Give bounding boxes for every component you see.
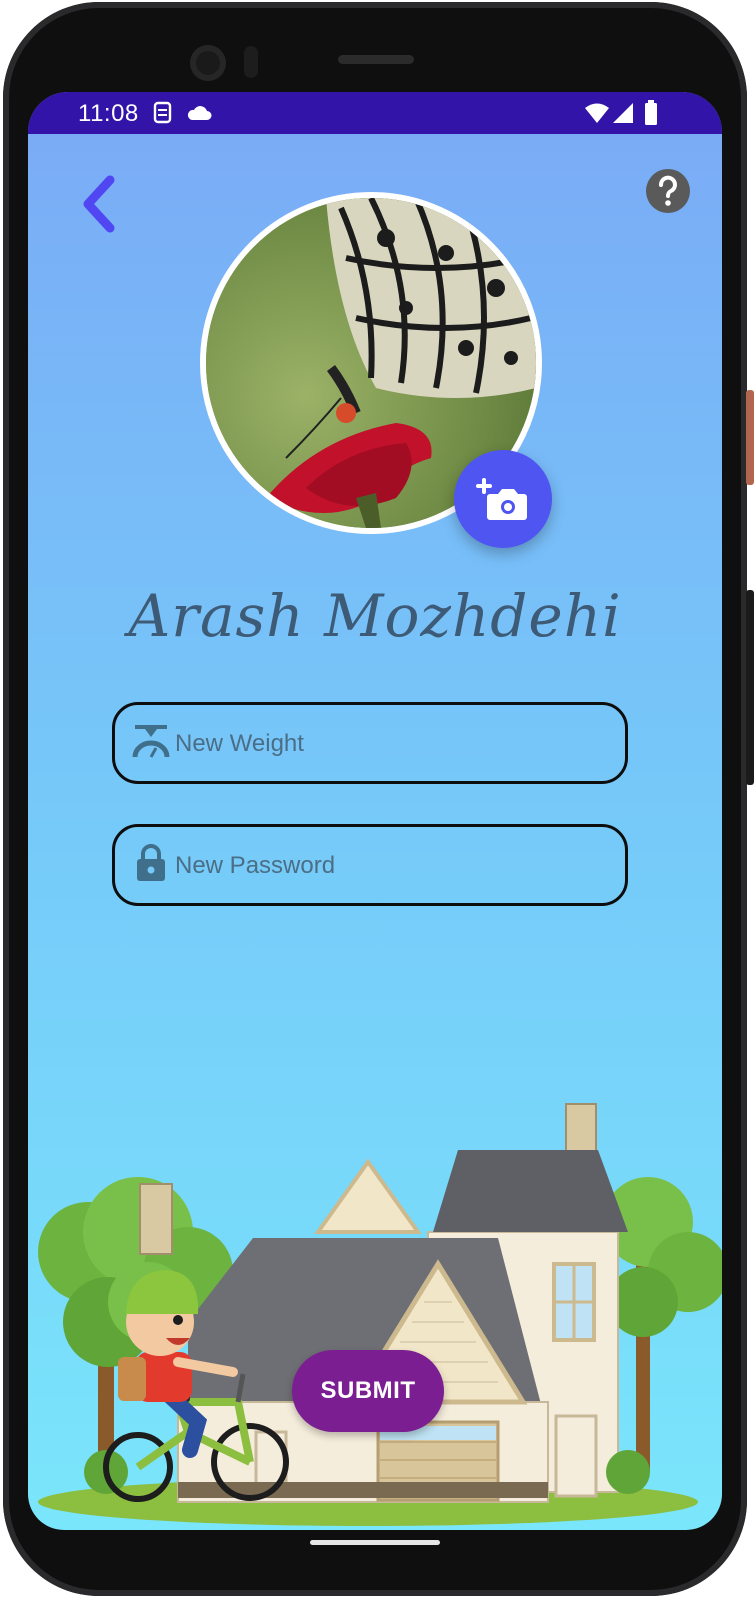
password-field[interactable] xyxy=(112,824,628,906)
proximity-sensor xyxy=(244,46,258,78)
change-photo-button[interactable] xyxy=(454,450,552,548)
password-input[interactable] xyxy=(173,841,607,891)
submit-button[interactable]: SUBMIT xyxy=(292,1350,444,1432)
chevron-left-icon[interactable] xyxy=(76,174,124,234)
gesture-navigation-bar[interactable] xyxy=(310,1540,440,1545)
weight-field[interactable] xyxy=(112,702,628,784)
scale-icon xyxy=(132,725,170,758)
earpiece-speaker xyxy=(338,55,414,64)
signal-icon xyxy=(613,103,633,123)
weight-input[interactable] xyxy=(173,719,607,769)
power-button xyxy=(746,390,754,485)
sim-icon xyxy=(153,101,172,124)
cloud-icon xyxy=(187,106,212,120)
app-screen: 11:08 Arash Mozhdehi New Weight SUBMIT xyxy=(28,92,722,1530)
bush xyxy=(606,1450,650,1494)
wifi-icon xyxy=(585,103,609,123)
phone-frame: 11:08 Arash Mozhdehi New Weight SUBMIT xyxy=(0,0,754,1600)
help-circle-icon[interactable] xyxy=(645,168,691,214)
profile-name: Arash Mozhdehi xyxy=(128,582,622,650)
boy-on-bicycle-illustration xyxy=(38,1103,722,1526)
volume-button xyxy=(746,590,754,785)
status-time: 11:08 xyxy=(78,100,139,127)
battery-icon xyxy=(645,100,657,125)
status-bar: 11:08 xyxy=(28,92,722,134)
front-camera xyxy=(190,45,226,81)
lock-icon xyxy=(137,844,165,881)
add-a-photo-icon xyxy=(476,478,527,520)
